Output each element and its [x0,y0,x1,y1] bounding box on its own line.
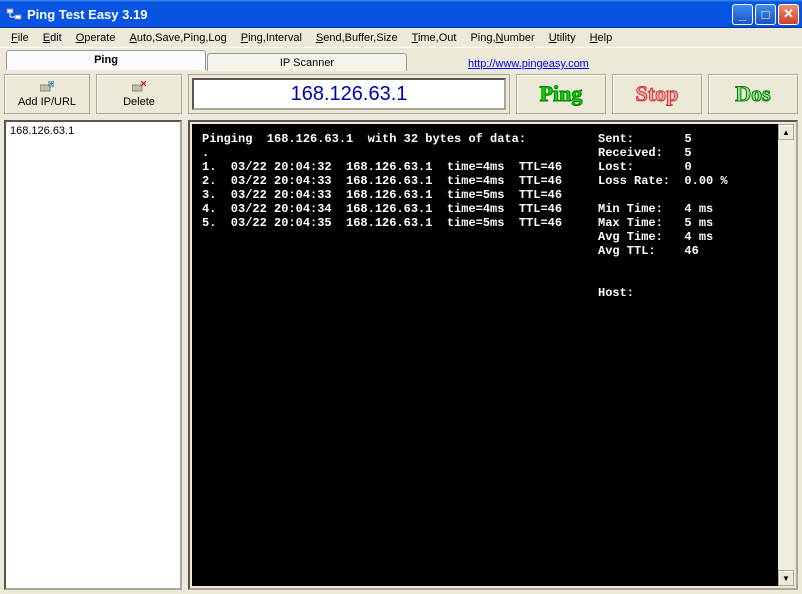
tabbar: Ping IP Scanner http://www.pingeasy.com [0,48,802,70]
menubar: File Edit Operate Auto,Save,Ping,Log Pin… [0,28,802,48]
list-item[interactable]: 168.126.63.1 [8,124,178,138]
menu-pingnumber[interactable]: Ping,Number [463,30,541,46]
menu-operate[interactable]: Operate [69,30,123,46]
menu-sendbuffer[interactable]: Send,Buffer,Size [309,30,405,46]
add-ip-label: Add IP/URL [18,96,76,108]
menu-timeout[interactable]: Time,Out [405,30,464,46]
scroll-track[interactable] [778,140,794,570]
maximize-button[interactable]: □ [755,4,776,25]
app-icon [6,6,22,22]
vertical-scrollbar[interactable]: ▲ ▼ [778,124,794,586]
terminal-output: Pinging 168.126.63.1 with 32 bytes of da… [202,132,598,578]
dos-button[interactable]: Dos [708,74,798,114]
titlebar[interactable]: Ping Test Easy 3.19 _ □ ✕ [0,0,802,28]
ip-listbox[interactable]: 168.126.63.1 [4,120,182,590]
ip-input-wrap [188,74,510,114]
window-title: Ping Test Easy 3.19 [27,7,730,22]
delete-button[interactable]: Delete [96,74,182,114]
scroll-up-button[interactable]: ▲ [778,124,794,140]
menu-edit[interactable]: Edit [36,30,69,46]
menu-file[interactable]: File [4,30,36,46]
stop-button[interactable]: Stop [612,74,702,114]
scroll-down-button[interactable]: ▼ [778,570,794,586]
terminal: Pinging 168.126.63.1 with 32 bytes of da… [192,124,778,586]
terminal-stats: Sent: 5 Received: 5 Lost: 0 Loss Rate: 0… [598,132,768,578]
minimize-button[interactable]: _ [732,4,753,25]
add-icon [40,80,54,94]
add-ip-button[interactable]: Add IP/URL [4,74,90,114]
terminal-wrap: Pinging 168.126.63.1 with 32 bytes of da… [188,120,798,590]
right-panel: Ping Stop Dos Pinging 168.126.63.1 with … [188,74,798,590]
ip-input[interactable] [192,78,506,110]
menu-help[interactable]: Help [583,30,620,46]
ping-button[interactable]: Ping [516,74,606,114]
left-panel: Add IP/URL Delete 168.126.63.1 [4,74,182,590]
menu-pinginterval[interactable]: Ping,Interval [234,30,309,46]
website-link[interactable]: http://www.pingeasy.com [468,54,589,70]
menu-utility[interactable]: Utility [542,30,583,46]
menu-autosave[interactable]: Auto,Save,Ping,Log [122,30,233,46]
client-area: Add IP/URL Delete 168.126.63.1 Ping Stop… [0,70,802,594]
tab-ipscanner[interactable]: IP Scanner [207,53,407,71]
delete-label: Delete [123,96,155,108]
close-button[interactable]: ✕ [778,4,799,25]
tab-ping[interactable]: Ping [6,50,206,70]
delete-icon [132,80,146,94]
